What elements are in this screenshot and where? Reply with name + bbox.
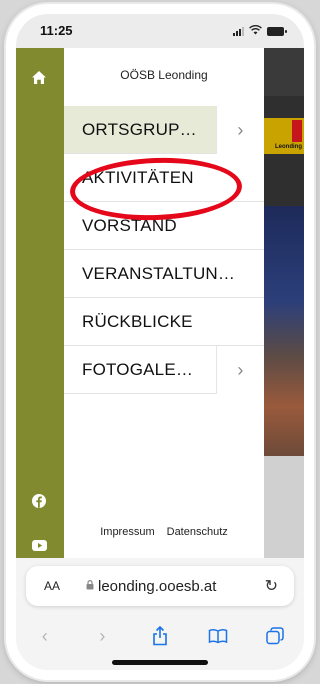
side-rail <box>16 48 64 558</box>
datenschutz-link[interactable]: Datenschutz <box>167 526 228 538</box>
facebook-icon[interactable] <box>28 490 50 512</box>
status-icons <box>233 25 287 37</box>
battery-icon <box>267 26 287 36</box>
home-indicator <box>112 660 208 665</box>
menu-item-ortsgruppe[interactable]: ORTSGRUP… › <box>64 106 264 154</box>
status-time: 11:25 <box>40 23 73 38</box>
forward-icon[interactable]: › <box>86 622 118 650</box>
menu-item-label: RÜCKBLICKE <box>82 311 193 331</box>
menu-item-label: FOTOGALE… <box>82 359 194 379</box>
safari-toolbar: ‹ › <box>16 618 304 654</box>
tabs-icon[interactable] <box>259 622 291 650</box>
reload-icon[interactable]: ↻ <box>265 576 278 596</box>
drawer-title: OÖSB Leonding <box>120 68 208 82</box>
impressum-link[interactable]: Impressum <box>100 526 154 538</box>
menu-item-fotogalerie[interactable]: FOTOGALE… › <box>64 346 264 394</box>
youtube-icon[interactable] <box>28 534 50 556</box>
wifi-icon <box>249 25 262 37</box>
chevron-right-icon[interactable]: › <box>216 346 264 394</box>
menu-item-veranstaltungen[interactable]: VERANSTALTUN… <box>64 250 264 298</box>
signal-icon <box>233 26 244 36</box>
menu-item-rueckblicke[interactable]: RÜCKBLICKE <box>64 298 264 346</box>
url-text: leonding.ooesb.at <box>98 577 217 595</box>
back-icon[interactable]: ‹ <box>29 622 61 650</box>
home-icon[interactable] <box>28 66 50 88</box>
status-bar: 11:25 <box>16 14 304 48</box>
url-display[interactable]: leonding.ooesb.at <box>86 578 216 595</box>
share-icon[interactable] <box>144 622 176 650</box>
chevron-right-icon[interactable]: › <box>216 106 264 154</box>
screen: 11:25 Leonding OÖSB Leonding ORTSGRUP… ›… <box>16 14 304 670</box>
safari-bottom-bar: AA leonding.ooesb.at ↻ ‹ › <box>16 558 304 670</box>
site-logo-label: Leonding <box>275 144 302 150</box>
phone-frame: 11:25 Leonding OÖSB Leonding ORTSGRUP… ›… <box>6 4 314 680</box>
bookmarks-icon[interactable] <box>202 622 234 650</box>
drawer-footer: Impressum Datenschutz <box>64 526 264 538</box>
site-logo-accent <box>292 120 302 142</box>
drawer-menu: ORTSGRUP… › AKTIVITÄTEN VORSTAND VERANST… <box>64 106 264 394</box>
lock-icon <box>86 579 94 593</box>
menu-item-label: VERANSTALTUN… <box>82 263 236 283</box>
reader-options-button[interactable]: AA <box>44 579 60 593</box>
navigation-drawer: OÖSB Leonding ORTSGRUP… › AKTIVITÄTEN VO… <box>64 48 264 558</box>
menu-item-label: ORTSGRUP… <box>82 119 197 139</box>
address-bar[interactable]: AA leonding.ooesb.at ↻ <box>26 566 294 606</box>
